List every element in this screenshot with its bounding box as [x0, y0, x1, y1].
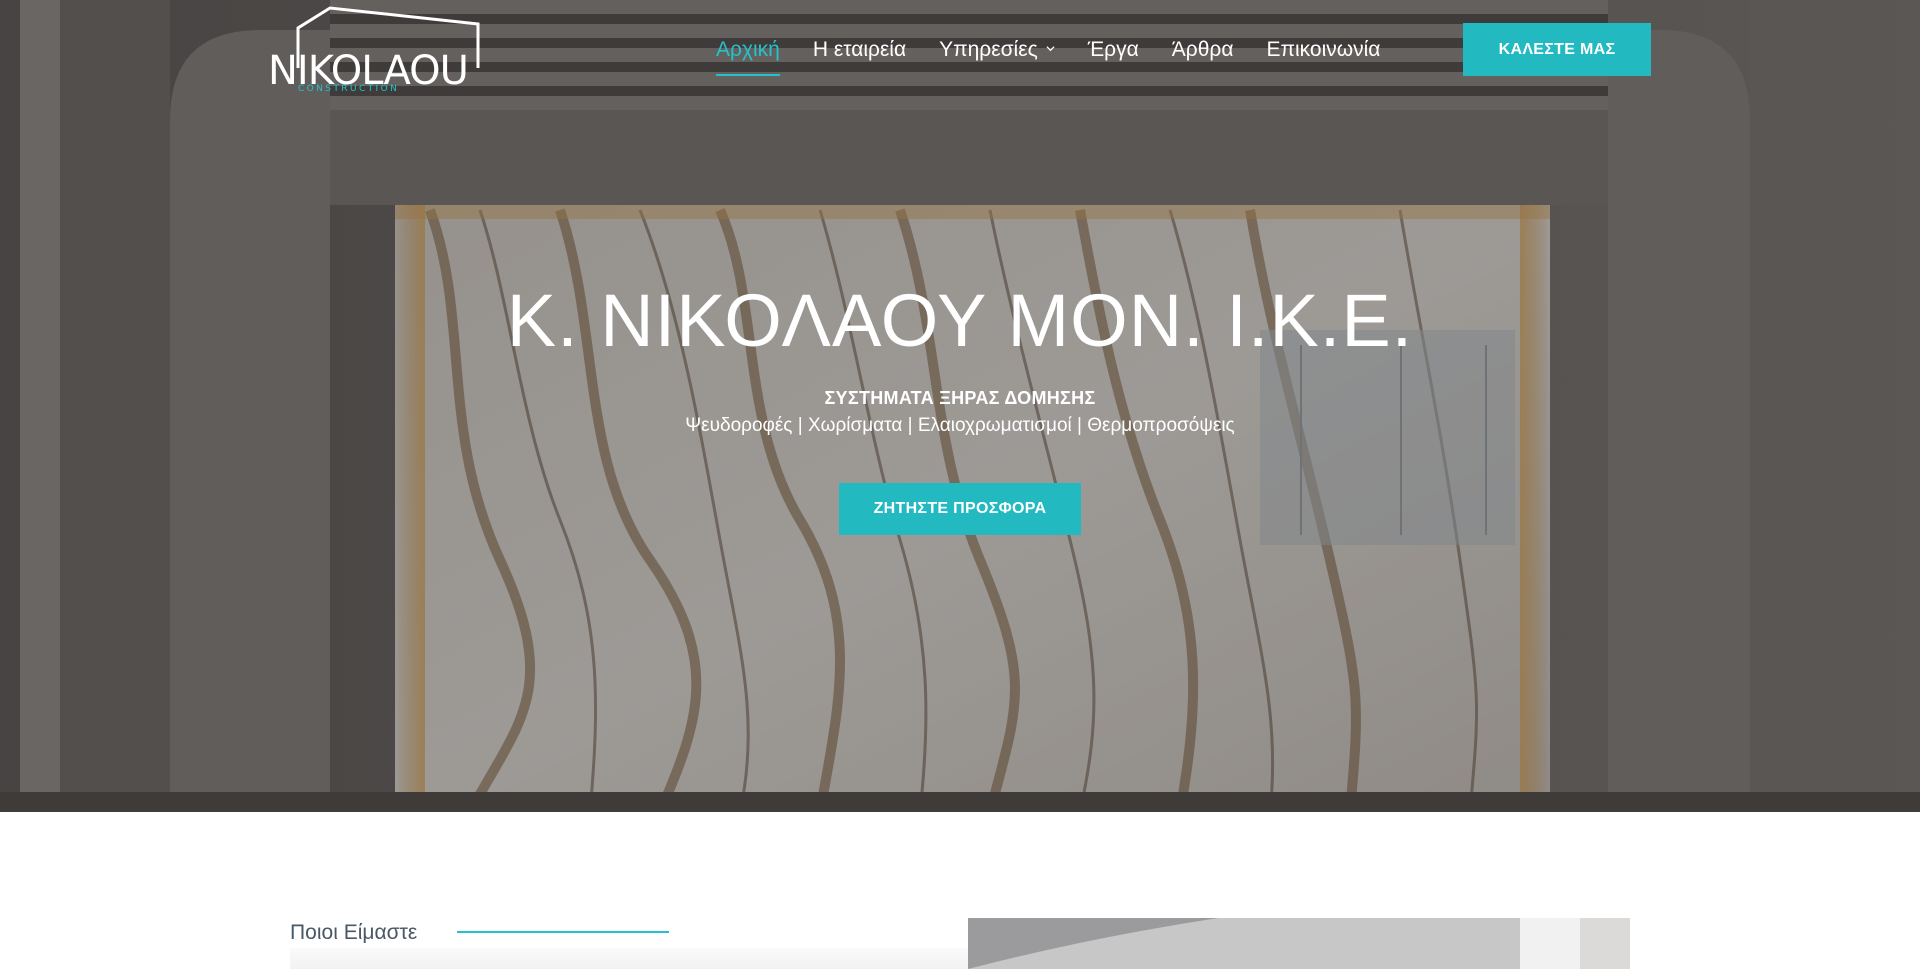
- nav-item-label: Άρθρα: [1171, 38, 1234, 61]
- hero-title: Κ. ΝΙΚΟΛΑΟΥ ΜΟΝ. Ι.Κ.Ε.: [506, 279, 1414, 362]
- nav-item-label: Αρχική: [716, 38, 780, 61]
- nav-item-label: Έργα: [1087, 38, 1139, 61]
- nav-item-label: Υπηρεσίες: [939, 38, 1038, 61]
- site-header: NIKOLAOU CONSTRUCTION Αρχική Η εταιρεία …: [0, 0, 1920, 100]
- hero-services-line: Ψευδοροφές | Χωρίσματα | Ελαιοχρωματισμο…: [685, 415, 1235, 436]
- request-quote-button[interactable]: ΖΗΤΗΣΤΕ ΠΡΟΣΦΟΡΑ: [839, 483, 1081, 535]
- logo-subtext: CONSTRUCTION: [298, 84, 399, 92]
- nav-item-home[interactable]: Αρχική: [716, 36, 780, 76]
- about-image: [968, 918, 1630, 969]
- hero-subtitle: ΣΥΣΤΗΜΑΤΑ ΞΗΡΑΣ ΔΟΜΗΣΗΣ: [824, 388, 1096, 408]
- nav-item-articles[interactable]: Άρθρα: [1172, 36, 1234, 64]
- main-navigation: Αρχική Η εταιρεία Υπηρεσίες Έργα Άρθρα Ε…: [716, 36, 1413, 76]
- about-card-shadow: [290, 948, 970, 969]
- nav-item-company[interactable]: Η εταιρεία: [813, 36, 906, 64]
- nav-item-label: Επικοινωνία: [1266, 38, 1381, 61]
- nav-item-projects[interactable]: Έργα: [1088, 36, 1139, 64]
- hero-section: Κ. ΝΙΚΟΛΑΟΥ ΜΟΝ. Ι.Κ.Ε. ΣΥΣΤΗΜΑΤΑ ΞΗΡΑΣ …: [0, 0, 1920, 812]
- nav-item-label: Η εταιρεία: [812, 38, 907, 61]
- call-us-button[interactable]: ΚΑΛΕΣΤΕ ΜΑΣ: [1463, 23, 1651, 76]
- nav-item-services[interactable]: Υπηρεσίες: [939, 36, 1055, 64]
- nav-item-contact[interactable]: Επικοινωνία: [1267, 36, 1381, 64]
- nikolaou-logo[interactable]: NIKOLAOU CONSTRUCTION: [268, 6, 484, 92]
- about-section-divider: [457, 931, 669, 933]
- chevron-down-icon: [1046, 46, 1055, 52]
- about-section-label: Ποιοι Είμαστε: [290, 921, 418, 944]
